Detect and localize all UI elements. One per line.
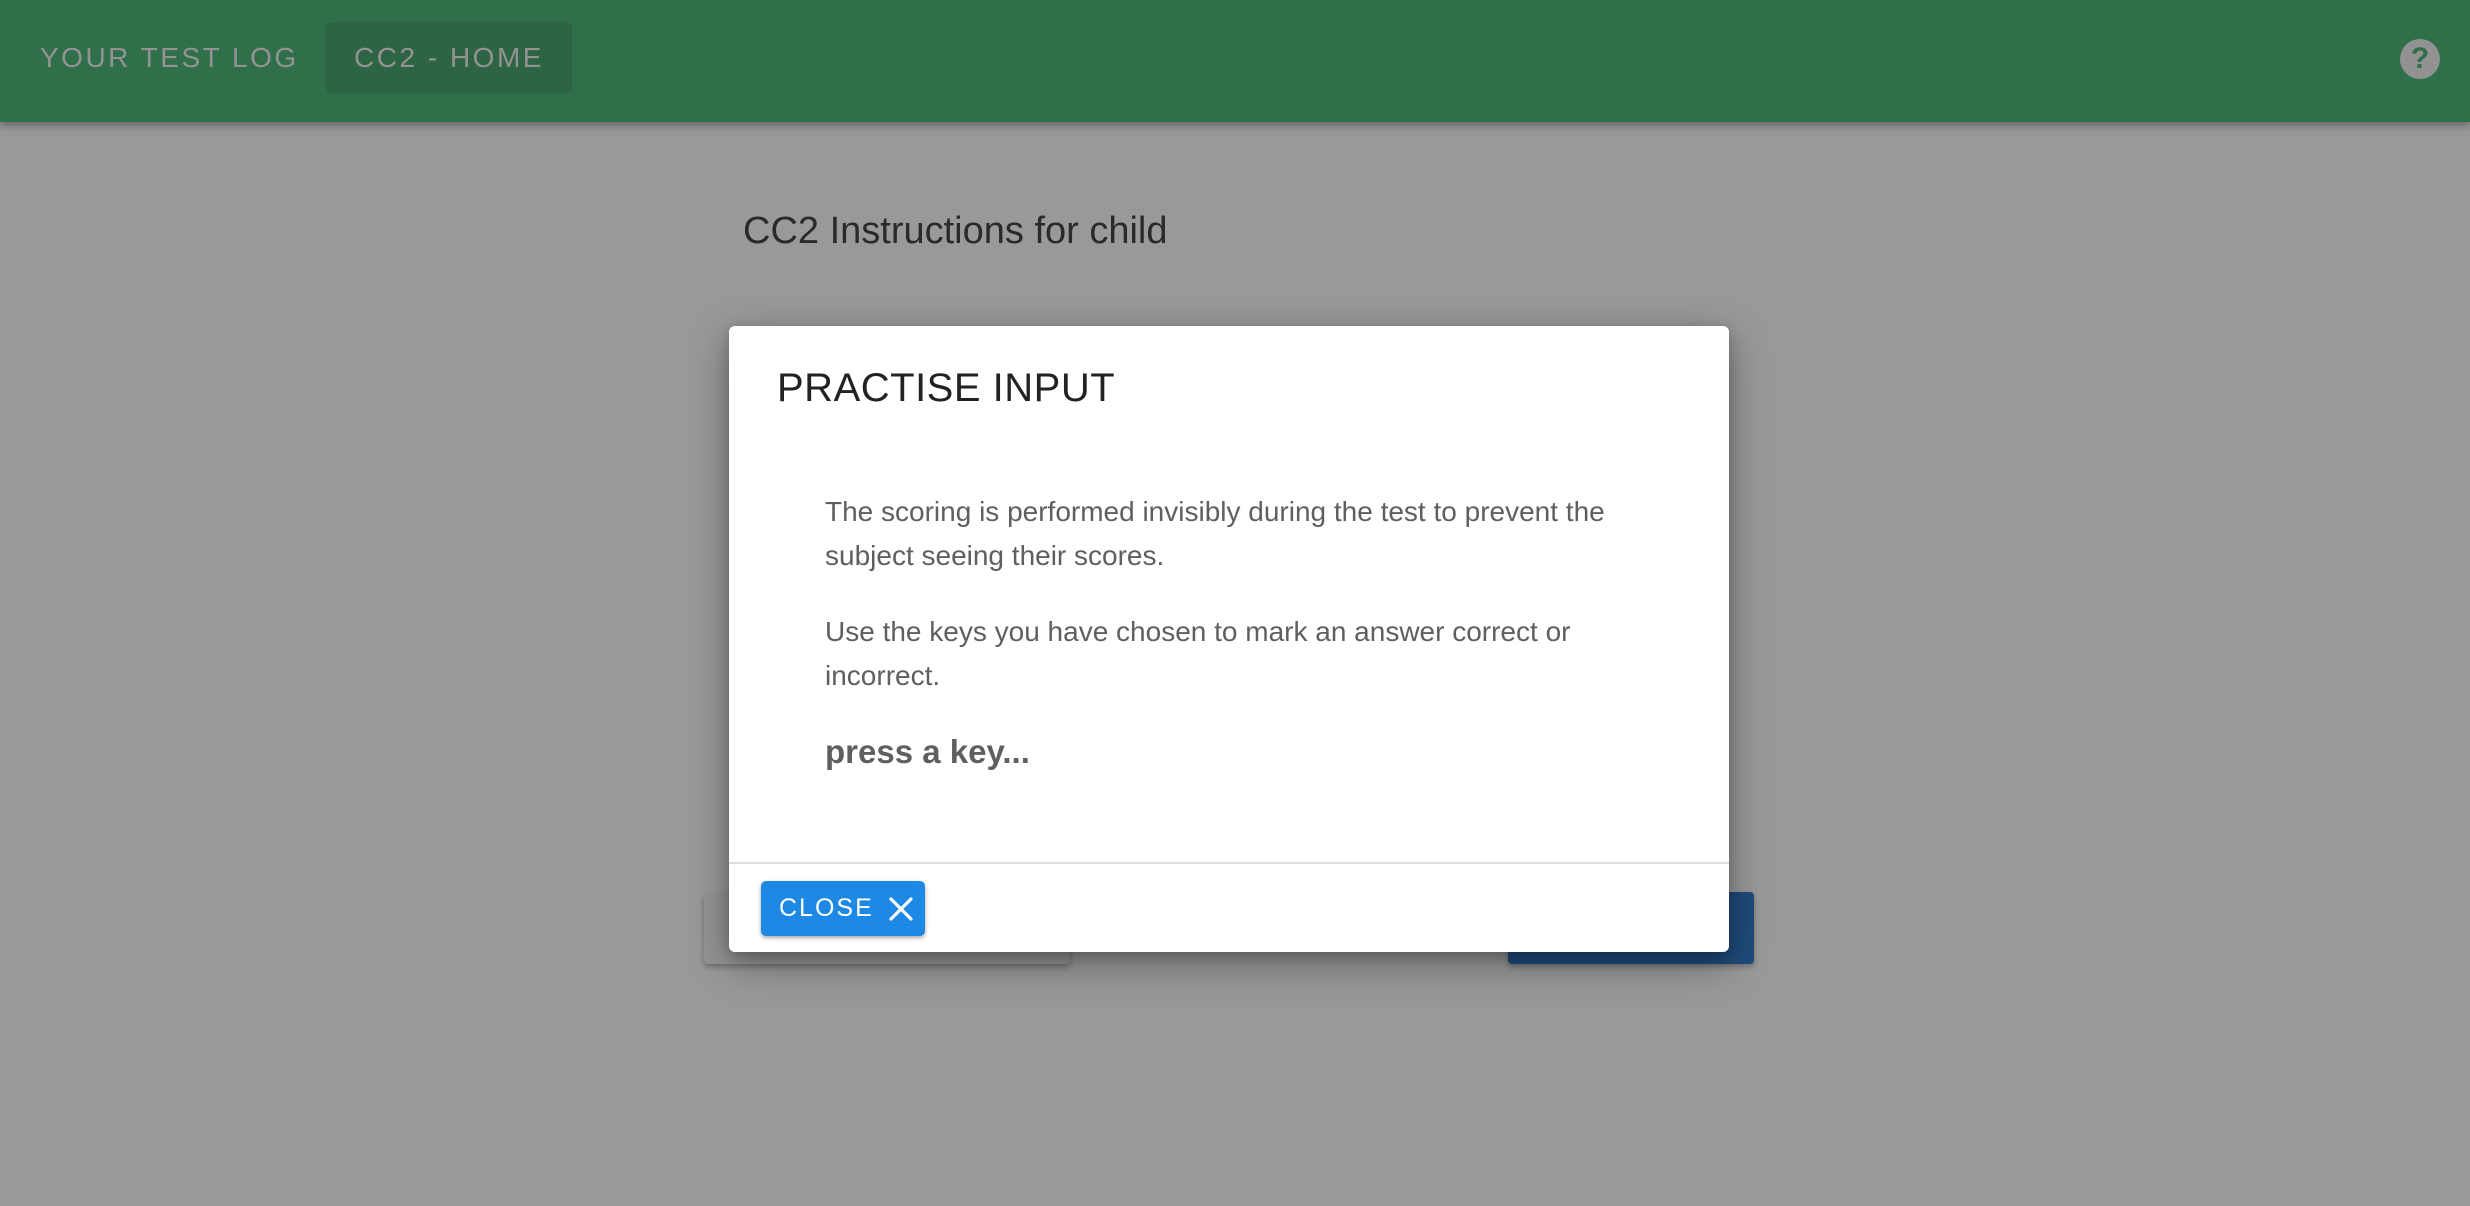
dialog-paragraph-scoring: The scoring is performed invisibly durin…: [825, 496, 1605, 571]
close-button-label: CLOSE: [779, 894, 874, 922]
practise-input-dialog: PRACTISE INPUT The scoring is performed …: [729, 326, 1729, 952]
dialog-title: PRACTISE INPUT: [777, 366, 1116, 410]
dialog-divider: [729, 862, 1729, 864]
dialog-paragraph-keys: Use the keys you have chosen to mark an …: [825, 616, 1571, 691]
close-icon: [889, 896, 913, 921]
press-key-prompt: press a key...: [825, 733, 1030, 770]
dialog-body: The scoring is performed invisibly durin…: [825, 490, 1655, 806]
close-button[interactable]: CLOSE: [761, 881, 925, 936]
